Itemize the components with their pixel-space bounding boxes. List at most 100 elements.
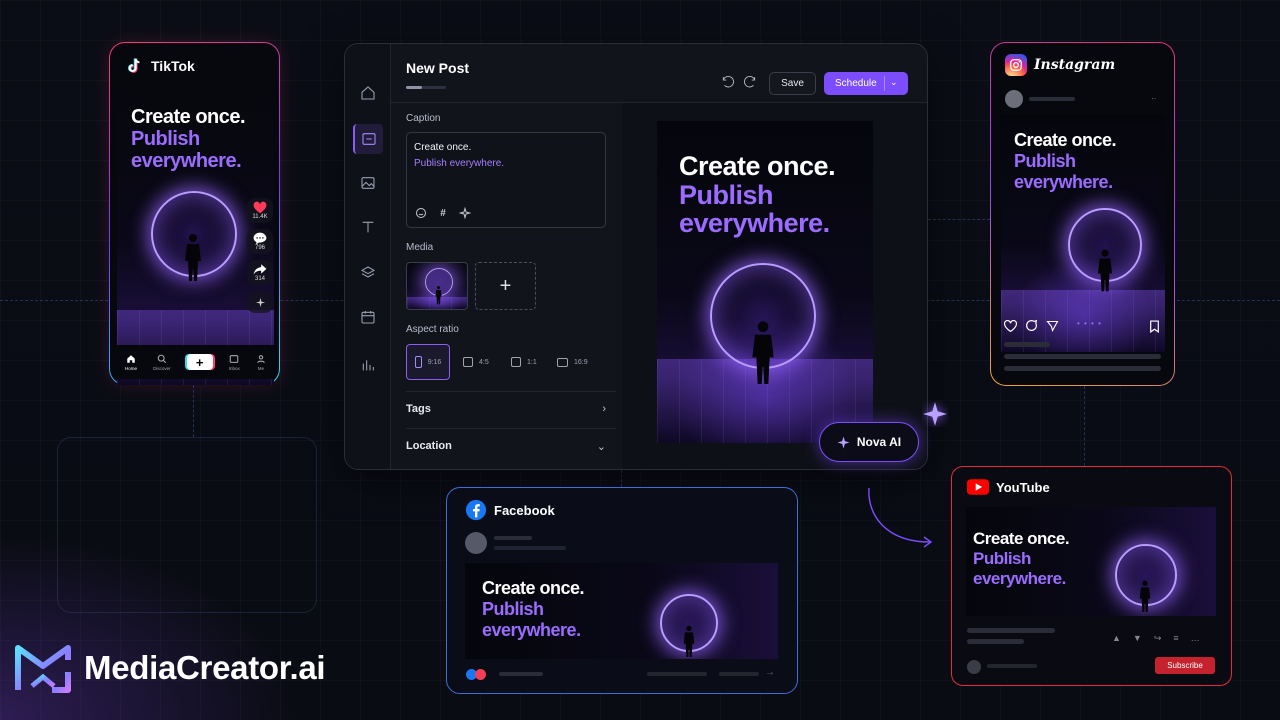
sidebar-item-layers[interactable]: [353, 258, 383, 288]
profile-icon: [257, 354, 265, 363]
artwork-line2: Publish: [679, 180, 774, 210]
artwork-line2: Publish: [973, 549, 1031, 568]
ratio-option-1-1[interactable]: 1:1: [511, 344, 537, 380]
tiktok-share-button[interactable]: 314: [247, 260, 273, 285]
video-title-placeholder: [967, 628, 1055, 633]
media-label: Media: [406, 242, 434, 253]
sparkle-icon: [459, 207, 471, 219]
sidebar-item-calendar[interactable]: [353, 302, 383, 332]
facebook-preview-card[interactable]: Facebook Create once. Publish everywhere…: [446, 487, 798, 694]
tiktok-nav-discover[interactable]: Discover: [153, 354, 171, 371]
avatar[interactable]: [1005, 90, 1023, 108]
thumbs-down-icon[interactable]: ▼: [1133, 633, 1142, 644]
post-icon: [362, 133, 376, 145]
tiktok-nav-inbox[interactable]: Inbox: [229, 354, 240, 371]
curved-arrow-icon: [868, 487, 933, 548]
sidebar-item-analytics[interactable]: [353, 350, 383, 380]
thumbs-up-icon[interactable]: ▲: [1112, 633, 1121, 644]
ratio-option-4-5[interactable]: 4:5: [463, 344, 489, 380]
avatar[interactable]: [465, 532, 487, 554]
ratio-label: 9:16: [427, 358, 442, 366]
location-row[interactable]: Location ⌄: [406, 428, 606, 464]
nav-label: Home: [125, 365, 138, 371]
brand-logo-icon: [15, 645, 71, 693]
artwork-line1: Create once.: [131, 106, 246, 128]
nav-label: Me: [257, 365, 265, 371]
caption-label: Caption: [406, 113, 441, 124]
bookmark-icon[interactable]: [1149, 320, 1160, 333]
artwork-line2: Publish: [1014, 151, 1076, 171]
share-icon[interactable]: ↪: [1154, 633, 1162, 644]
sparkle-icon: [837, 436, 850, 448]
save-button[interactable]: Save: [769, 72, 816, 95]
tiktok-effects-button[interactable]: [247, 291, 273, 313]
instagram-artwork: Create once. Publish everywhere.: [1001, 114, 1165, 352]
post-editor-window: New Post Save Schedule ⌄ Caption Create …: [344, 43, 928, 470]
ratio-option-9-16[interactable]: 9:16: [406, 344, 450, 380]
artwork-line3: everywhere.: [131, 150, 242, 172]
sidebar-item-images[interactable]: [353, 168, 383, 198]
redo-button[interactable]: [743, 76, 759, 92]
instagram-preview-card[interactable]: Instagram ·· Create once. Publish everyw…: [990, 42, 1175, 386]
plus-icon: +: [499, 274, 512, 297]
more-icon[interactable]: ··: [1151, 94, 1156, 103]
brand-name: MediaCreator.ai: [84, 649, 326, 686]
likes-placeholder: [1004, 342, 1050, 347]
youtube-preview-card[interactable]: YouTube Create once. Publish everywhere.…: [951, 466, 1232, 686]
username-placeholder: [494, 536, 532, 540]
artwork-silhouette: [1097, 249, 1113, 292]
instagram-logo-icon: [1005, 54, 1027, 76]
heart-icon: [253, 201, 267, 214]
emoji-button[interactable]: [414, 206, 428, 220]
emoji-icon: [416, 208, 426, 218]
tiktok-nav-home[interactable]: Home: [125, 354, 137, 371]
search-icon: [157, 354, 166, 363]
ratio-option-16-9[interactable]: 16:9: [557, 344, 588, 380]
hashtag-button[interactable]: #: [436, 206, 450, 220]
heart-icon[interactable]: [1004, 319, 1017, 332]
layers-icon: [360, 266, 376, 278]
comment-count: 796: [254, 245, 265, 251]
artwork-line1: Create once.: [679, 151, 836, 181]
sidebar-item-text[interactable]: [353, 212, 383, 242]
artwork-line1: Create once.: [482, 578, 585, 598]
undo-icon: [722, 76, 735, 88]
youtube-title: YouTube: [996, 479, 1050, 495]
media-thumbnail[interactable]: [406, 262, 468, 310]
tiktok-preview-card[interactable]: TikTok Create once. Publish everywhere. …: [109, 42, 280, 385]
nova-ai-label: Nova AI: [856, 435, 902, 449]
progress-bar: [406, 86, 446, 89]
subscribe-button[interactable]: Subscribe: [1155, 657, 1215, 674]
connector-line: [621, 470, 622, 487]
share-arrow-icon[interactable]: →: [765, 667, 775, 678]
add-media-button[interactable]: +: [475, 262, 536, 310]
undo-button[interactable]: [721, 76, 737, 92]
youtube-artwork: Create once. Publish everywhere.: [966, 507, 1216, 616]
tiktok-like-button[interactable]: 11.4K: [247, 198, 273, 223]
artwork-line2: Publish: [131, 128, 200, 150]
sidebar-item-post[interactable]: [353, 124, 383, 154]
artwork-line3: everywhere.: [679, 208, 830, 238]
caption-input[interactable]: Create once. Publish everywhere. #: [406, 132, 606, 228]
aspect-ratio-label: Aspect ratio: [406, 324, 459, 335]
love-reaction-icon: [475, 669, 486, 680]
sparkle-icon: [923, 402, 947, 426]
tiktok-comment-button[interactable]: 796: [247, 229, 273, 254]
comment-icon[interactable]: [1025, 319, 1038, 332]
more-icon[interactable]: …: [1191, 633, 1200, 644]
schedule-label: Schedule: [835, 78, 877, 89]
tags-row[interactable]: Tags ›: [406, 391, 606, 427]
nova-ai-button[interactable]: Nova AI: [819, 422, 919, 462]
tiktok-create-button[interactable]: +: [186, 354, 213, 370]
artwork-line3: everywhere.: [482, 620, 581, 640]
chevron-down-icon[interactable]: ⌄: [890, 77, 898, 88]
avatar[interactable]: [967, 660, 981, 674]
sidebar-item-home[interactable]: [353, 78, 383, 108]
carousel-dots: • • • •: [1077, 319, 1102, 328]
schedule-button[interactable]: Schedule ⌄: [824, 72, 908, 95]
artwork-silhouette: [435, 286, 442, 305]
ai-assist-button[interactable]: [458, 206, 472, 220]
save-icon[interactable]: ≡: [1173, 633, 1178, 644]
tiktok-nav-me[interactable]: Me: [256, 354, 266, 371]
send-icon[interactable]: [1046, 320, 1059, 332]
